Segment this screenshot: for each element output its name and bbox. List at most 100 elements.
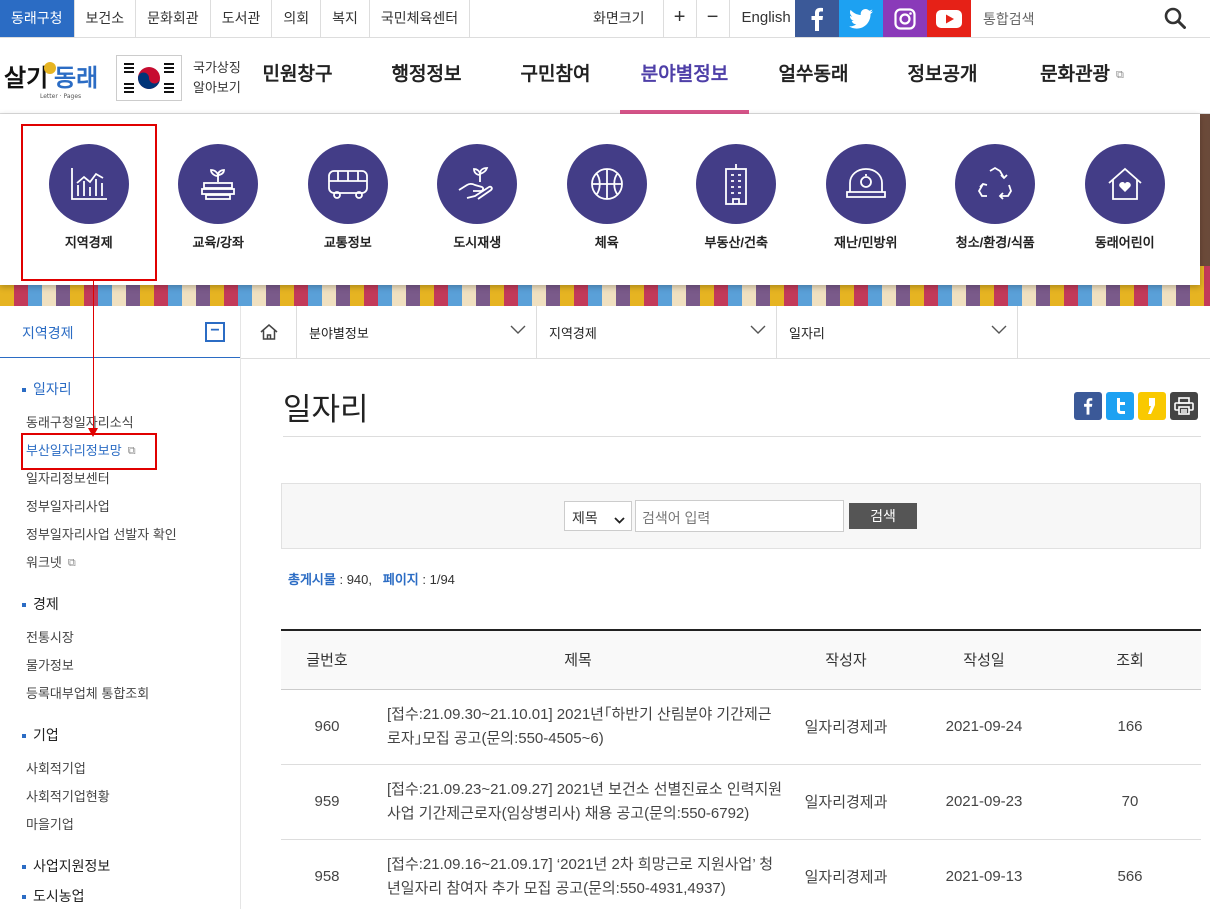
- post-title-link[interactable]: [접수:21.09.23~21.09.27] 2021년 보건소 선별진료소 인…: [373, 764, 783, 840]
- nav-participation[interactable]: 구민참여: [491, 38, 620, 114]
- site-logo[interactable]: 살기 동래 Letter · Pages: [4, 56, 112, 100]
- svg-text:살기: 살기: [4, 63, 48, 92]
- kakao-story-share-icon[interactable]: [1138, 392, 1166, 420]
- top-link-culture-hall[interactable]: 문화회관: [136, 0, 211, 37]
- home-icon[interactable]: [241, 306, 297, 358]
- nav-info-disclosure[interactable]: 정보공개: [878, 38, 1007, 114]
- annotation-highlight-box: [21, 124, 157, 281]
- sidebar-item-gov-job-selected[interactable]: 정부일자리사업 선발자 확인: [26, 524, 177, 543]
- print-icon[interactable]: [1170, 392, 1198, 420]
- sidebar-item-gov-job-program[interactable]: 정부일자리사업: [26, 496, 110, 515]
- sidebar-item-social-enterprise[interactable]: 사회적기업: [26, 758, 86, 777]
- sidebar-group-jobs[interactable]: 일자리: [22, 379, 72, 399]
- svg-text:Letter · Pages: Letter · Pages: [40, 93, 81, 100]
- top-link-council[interactable]: 의회: [272, 0, 322, 37]
- mega-item-education[interactable]: 교육/강좌: [154, 144, 284, 251]
- sidebar-item-traditional-market[interactable]: 전통시장: [26, 627, 74, 646]
- chevron-down-icon: [991, 322, 1007, 340]
- post-date: 2021-09-24: [909, 689, 1059, 765]
- sidebar-group-urban-farming[interactable]: 도시농업: [22, 886, 85, 906]
- nav-field-info[interactable]: 분야별정보: [620, 38, 749, 114]
- instagram-icon[interactable]: [883, 0, 927, 37]
- sidebar-item-label: 워크넷: [26, 555, 62, 570]
- nav-admin-info[interactable]: 행정정보: [362, 38, 491, 114]
- english-link[interactable]: English: [730, 0, 803, 37]
- collapse-icon[interactable]: −: [205, 322, 225, 342]
- mega-item-label: 청소/환경/식품: [955, 235, 1035, 250]
- nav-culture-tour[interactable]: 문화관광 ⧉: [1007, 38, 1157, 114]
- sidebar-item-price-info[interactable]: 물가정보: [26, 655, 74, 674]
- nav-ulsu-dongnae[interactable]: 얼쑤동래: [749, 38, 878, 114]
- col-header-number: 글번호: [281, 629, 373, 690]
- svg-text:동래: 동래: [54, 63, 98, 92]
- chevron-down-icon: [510, 322, 526, 340]
- post-title-link[interactable]: [접수:21.09.30~21.10.01] 2021년｢하반기 산림분야 기간…: [373, 689, 783, 765]
- breadcrumb-select-level2[interactable]: 지역경제: [537, 306, 777, 358]
- font-size-control: 화면크기 + − English: [575, 0, 803, 37]
- sidebar-item-village-enterprise[interactable]: 마을기업: [26, 814, 74, 833]
- mega-item-traffic[interactable]: 교통정보: [283, 144, 413, 251]
- post-date: 2021-09-13: [909, 839, 1059, 909]
- sidebar-item-lender-lookup[interactable]: 등록대부업체 통합조회: [26, 683, 149, 702]
- integrated-search-input[interactable]: 통합검색: [983, 9, 1035, 29]
- post-title-link[interactable]: [접수:21.09.16~21.09.17] ‘2021년 2차 희망근로 지원…: [373, 839, 783, 909]
- font-size-minus-button[interactable]: −: [697, 0, 730, 37]
- main-nav: 민원창구 행정정보 구민참여 분야별정보 얼쑤동래 정보공개 문화관광 ⧉: [233, 38, 1157, 114]
- col-header-title: 제목: [373, 629, 783, 690]
- mega-item-real-estate[interactable]: 부동산/건축: [672, 144, 802, 251]
- top-link-welfare[interactable]: 복지: [321, 0, 370, 37]
- building-icon: [696, 144, 777, 224]
- facebook-icon[interactable]: [795, 0, 839, 37]
- sidebar-item-social-enterprise-status[interactable]: 사회적기업현황: [26, 786, 110, 805]
- sidebar-item-dongnae-job-news[interactable]: 동래구청일자리소식: [26, 412, 134, 431]
- mega-item-kids[interactable]: 동래어린이: [1060, 144, 1190, 251]
- sidebar-group-economy[interactable]: 경제: [22, 594, 59, 614]
- top-link-library[interactable]: 도서관: [211, 0, 273, 37]
- post-views: 166: [1059, 689, 1201, 765]
- breadcrumb-select-level1[interactable]: 분야별정보: [297, 306, 537, 358]
- search-icon[interactable]: [1164, 7, 1186, 34]
- mega-item-disaster[interactable]: 재난/민방위: [801, 144, 931, 251]
- youtube-icon[interactable]: [927, 0, 971, 37]
- sidebar-group-label: 일자리: [33, 381, 72, 397]
- mega-item-urban-regen[interactable]: 도시재생: [413, 144, 543, 251]
- page-title: 일자리: [283, 392, 369, 427]
- chevron-down-icon: [750, 322, 766, 340]
- site-header: 살기 동래 Letter · Pages 국가상징 알아보기 민원창구 행정정보…: [0, 38, 1210, 114]
- sidebar-group-business-support[interactable]: 사업지원정보: [22, 856, 110, 876]
- top-link-dongnae[interactable]: 동래구청: [0, 0, 75, 37]
- breadcrumb-value: 분야별정보: [309, 326, 369, 341]
- search-button[interactable]: 검색: [849, 503, 917, 529]
- mega-item-label: 도시재생: [453, 235, 502, 250]
- sidebar-group-label: 사업지원정보: [33, 858, 111, 874]
- chevron-down-icon: [614, 511, 625, 527]
- mega-item-sports[interactable]: 체육: [542, 144, 672, 251]
- title-divider: [283, 436, 1201, 437]
- mega-item-environment[interactable]: 청소/환경/식품: [931, 144, 1061, 251]
- font-size-label: 화면크기: [575, 0, 664, 37]
- twitter-share-icon[interactable]: [1106, 392, 1134, 420]
- nav-civil-service[interactable]: 민원창구: [233, 38, 362, 114]
- table-row: 958 [접수:21.09.16~21.09.17] ‘2021년 2차 희망근…: [281, 839, 1201, 909]
- sidebar-title: 지역경제: [22, 325, 74, 341]
- col-header-author: 작성자: [783, 629, 909, 690]
- social-links: [795, 0, 971, 37]
- mega-item-label: 체육: [594, 235, 619, 250]
- post-number: 958: [281, 839, 373, 909]
- sidebar-item-worknet[interactable]: 워크넷 ⧉: [26, 552, 76, 571]
- top-link-health-center[interactable]: 보건소: [75, 0, 137, 37]
- search-input[interactable]: 검색어 입력: [635, 500, 844, 532]
- breadcrumb-select-level3[interactable]: 일자리: [777, 306, 1018, 358]
- sidebar-group-label: 기업: [33, 727, 59, 743]
- top-link-sports-center[interactable]: 국민체육센터: [370, 0, 471, 37]
- page-count: 1/94: [429, 572, 455, 587]
- post-author: 일자리경제과: [783, 689, 909, 765]
- twitter-icon[interactable]: [839, 0, 883, 37]
- sidebar-group-enterprise[interactable]: 기업: [22, 725, 59, 745]
- search-field-select[interactable]: 제목: [564, 501, 632, 531]
- sidebar-item-job-info-center[interactable]: 일자리정보센터: [26, 468, 110, 487]
- integrated-search[interactable]: 통합검색: [971, 0, 1210, 37]
- national-flag-icon[interactable]: [116, 55, 182, 101]
- facebook-share-icon[interactable]: [1074, 392, 1102, 420]
- font-size-plus-button[interactable]: +: [664, 0, 697, 37]
